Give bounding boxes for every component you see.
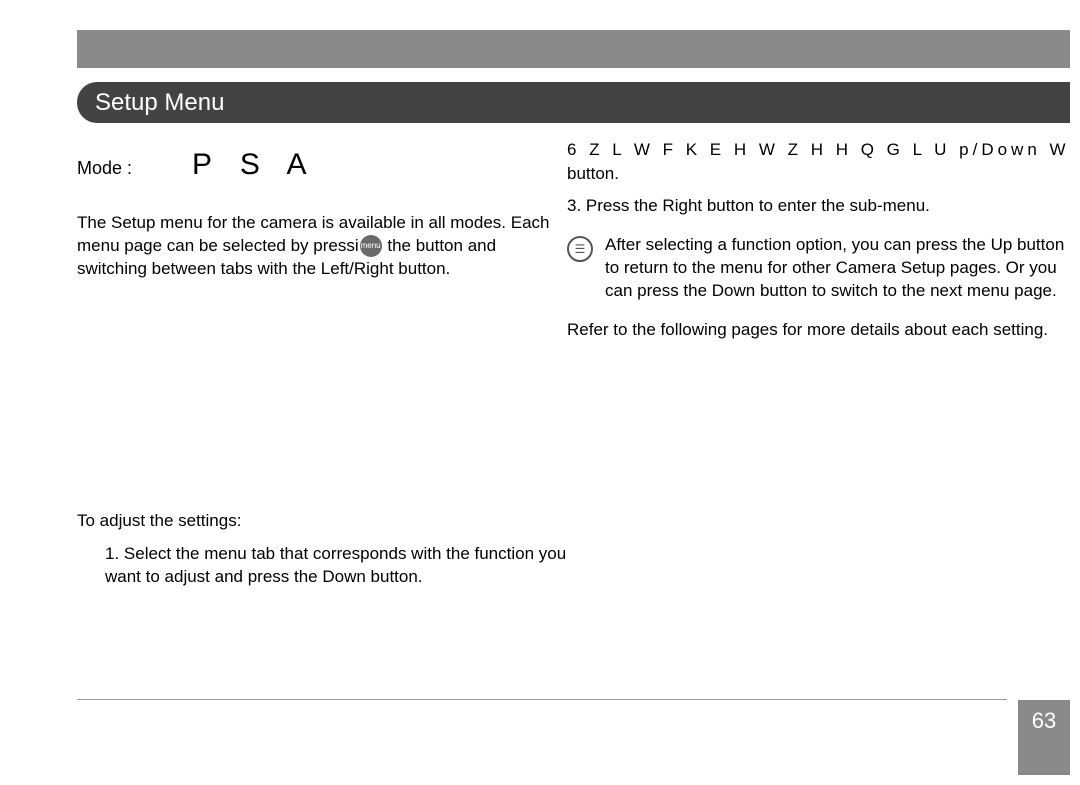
note-icon: ☰ xyxy=(567,236,593,262)
button-line: button. xyxy=(567,164,1070,184)
right-column: 6 Z L W F K E H W Z H H Q G L U p/Down W… xyxy=(567,140,1070,342)
refer-text: Refer to the following pages for more de… xyxy=(567,319,1070,342)
mode-label: Mode : xyxy=(77,158,132,179)
step-3: 3. Press the Right button to enter the s… xyxy=(567,196,1070,216)
note-text: After selecting a function option, you c… xyxy=(605,234,1070,303)
intro-paragraph: The Setup menu for the camera is availab… xyxy=(77,212,567,281)
menu-icon-label: menu xyxy=(361,241,381,252)
mode-letters: P S A xyxy=(192,148,317,182)
content-area: Mode : P S A The Setup menu for the came… xyxy=(77,140,1070,700)
left-column: Mode : P S A The Setup menu for the came… xyxy=(77,140,567,597)
garbled-line: 6 Z L W F K E H W Z H H Q G L U p/Down W… xyxy=(567,140,1070,160)
page-number-box: 63 xyxy=(1018,700,1070,775)
section-title: Setup Menu xyxy=(95,89,224,117)
page-number: 63 xyxy=(1032,708,1056,734)
menu-icon: menu xyxy=(360,235,382,257)
header-bar xyxy=(77,30,1070,68)
note-box: ☰ After selecting a function option, you… xyxy=(567,234,1070,303)
adjust-heading: To adjust the settings: xyxy=(77,511,567,531)
mode-row: Mode : P S A xyxy=(77,148,567,182)
footer-divider xyxy=(77,699,1007,700)
section-title-pill: Setup Menu xyxy=(77,82,1070,123)
step-1: 1. Select the menu tab that corresponds … xyxy=(77,543,567,589)
